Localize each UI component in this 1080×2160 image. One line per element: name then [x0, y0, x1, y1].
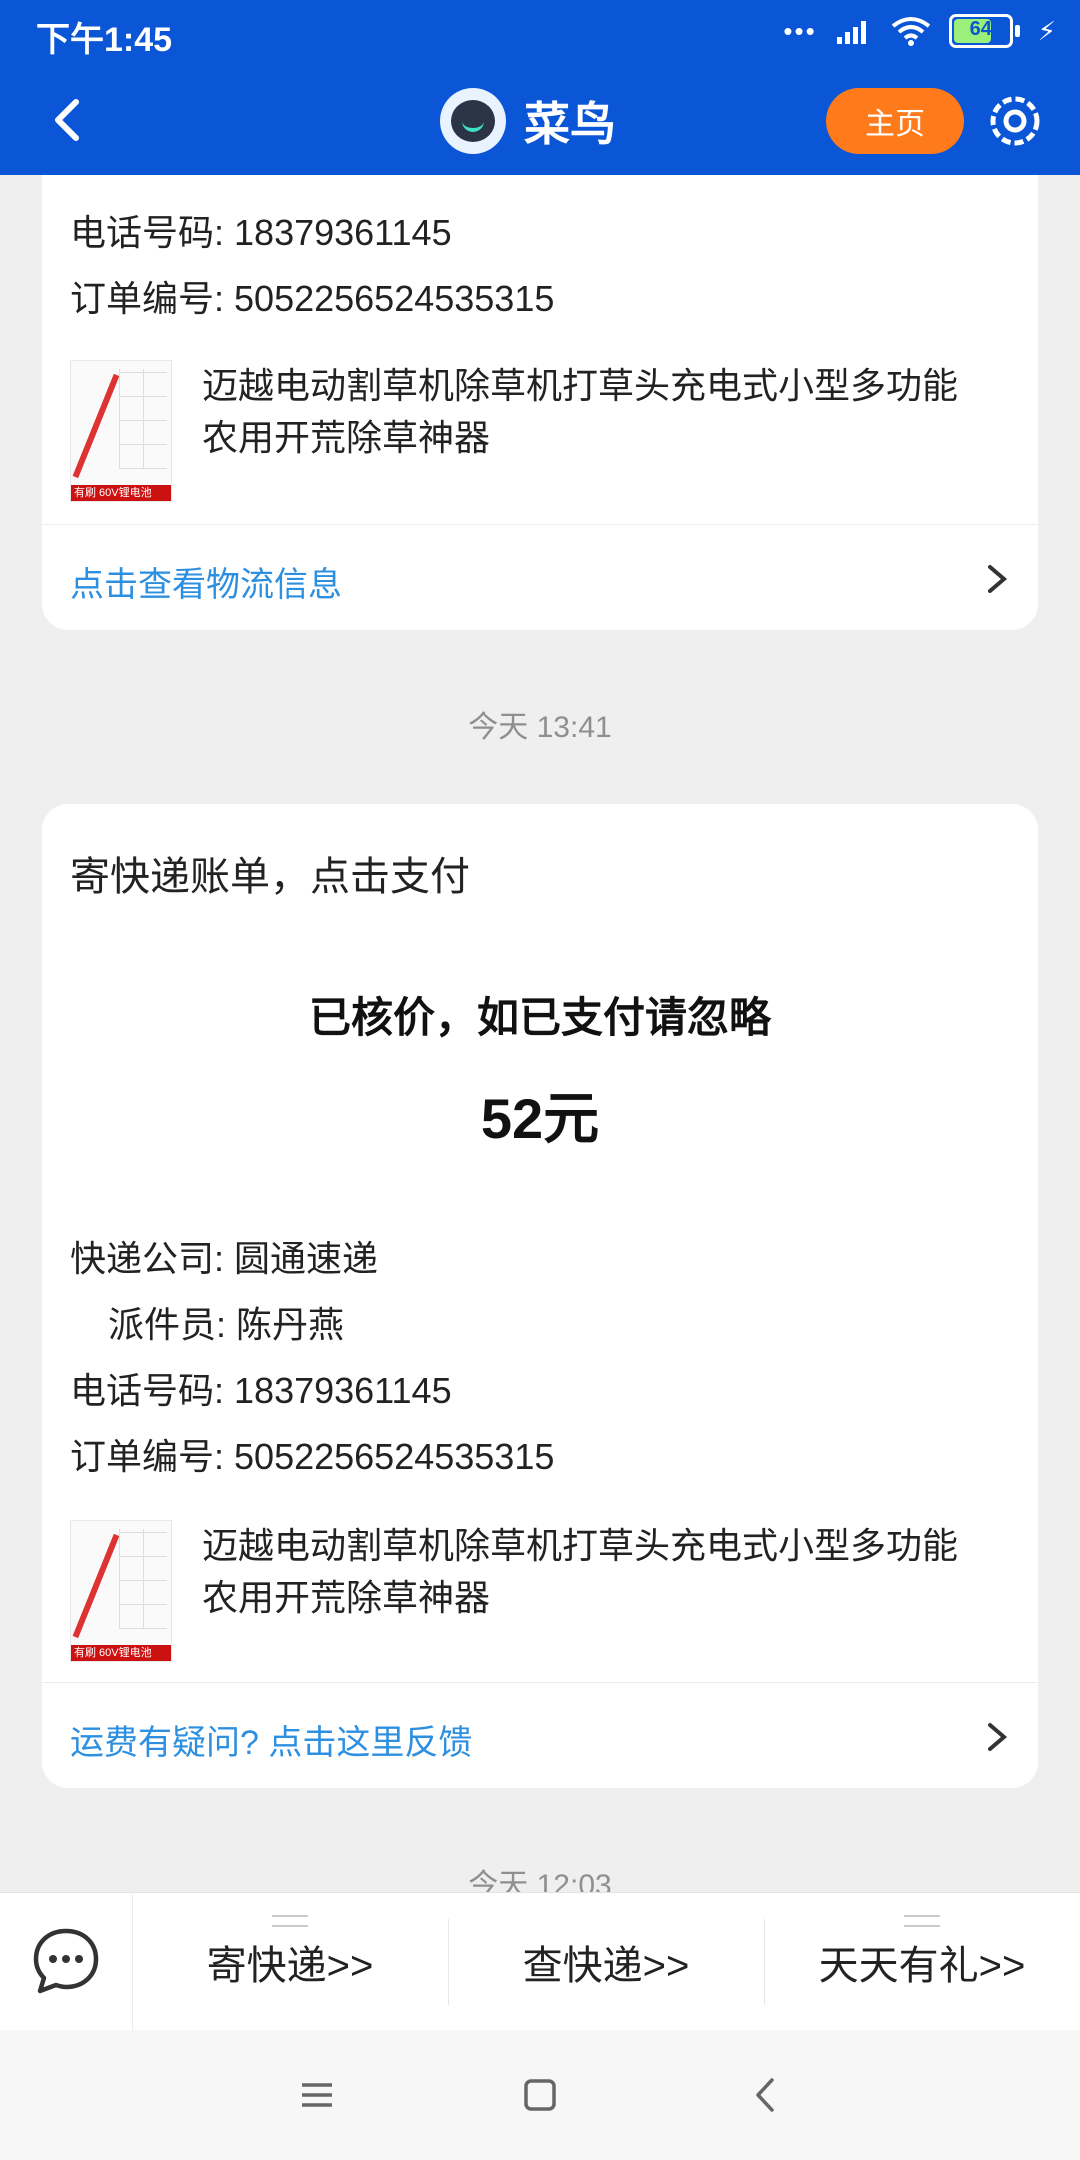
- deliverer-value: 陈丹燕: [236, 1304, 345, 1345]
- phone-label: 电话号码:: [70, 212, 225, 253]
- timestamp-separator: 今天 13:41: [468, 711, 612, 744]
- wifi-icon: [891, 17, 930, 46]
- fee-feedback-label: 运费有疑问? 点击这里反馈: [70, 1724, 473, 1762]
- battery-icon: 64: [948, 14, 1020, 48]
- deliverer-label: 派件员:: [108, 1304, 227, 1345]
- send-express-button[interactable]: 寄快递>>: [132, 1893, 448, 2031]
- fee-feedback-link[interactable]: 运费有疑问? 点击这里反馈: [42, 1682, 1038, 1788]
- order-row: 订单编号: 5052256524535315: [70, 270, 554, 322]
- daily-gift-label: 天天有礼>>: [818, 1944, 1026, 1988]
- home-square-icon[interactable]: [515, 2070, 565, 2120]
- menu-icon[interactable]: [292, 2070, 342, 2120]
- drag-handle-icon: [272, 1915, 308, 1927]
- courier-row: 快递公司: 圆通速递: [70, 1230, 378, 1282]
- app-header: 下午1:45 ••• 64 ⚡ 菜鸟 主页: [0, 0, 1080, 175]
- phone-row: 电话号码: 18379361145: [70, 204, 452, 256]
- battery-level: 64: [969, 18, 992, 40]
- charging-icon: ⚡: [1037, 15, 1056, 46]
- more-dots-icon: •••: [783, 15, 817, 46]
- product-thumbnail: 有刷 60V锂电池: [70, 360, 172, 502]
- chat-button[interactable]: [0, 1893, 133, 2031]
- logistics-card: 电话号码: 18379361145 订单编号: 5052256524535315…: [42, 120, 1038, 630]
- send-express-label: 寄快递>>: [206, 1944, 374, 1988]
- cainiao-logo-icon: [440, 88, 506, 154]
- drag-handle-icon: [904, 1915, 940, 1927]
- phone-value: 18379361145: [234, 212, 452, 253]
- bill-card[interactable]: 寄快递账单，点击支付 已核价，如已支付请忽略 52元 快递公司: 圆通速递 派件…: [42, 804, 1038, 1788]
- courier-label: 快递公司:: [70, 1238, 225, 1279]
- product-item[interactable]: 有刷 60V锂电池 迈越电动割草机除草机打草头充电式小型多功能农用开荒除草神器: [70, 360, 962, 502]
- signal-icon: [836, 21, 866, 44]
- order-label: 订单编号:: [70, 1436, 225, 1477]
- title-group: 菜鸟: [440, 88, 616, 154]
- order-row: 订单编号: 5052256524535315: [70, 1428, 554, 1480]
- back-arrow-icon[interactable]: [40, 90, 100, 150]
- phone-value: 18379361145: [234, 1370, 452, 1411]
- home-button[interactable]: 主页: [826, 88, 964, 154]
- page-title: 菜鸟: [524, 98, 616, 150]
- query-express-button[interactable]: 查快递>>: [448, 1893, 764, 2031]
- product-item[interactable]: 有刷 60V锂电池 迈越电动割草机除草机打草头充电式小型多功能农用开荒除草神器: [70, 1520, 962, 1662]
- phone-row: 电话号码: 18379361145: [70, 1362, 452, 1414]
- order-value: 5052256524535315: [234, 278, 555, 319]
- phone-label: 电话号码:: [70, 1370, 225, 1411]
- thumbnail-band: 有刷 60V锂电池: [71, 485, 171, 501]
- order-label: 订单编号:: [70, 278, 225, 319]
- gear-icon[interactable]: [982, 88, 1048, 154]
- system-navigation-bar: [0, 2030, 1080, 2160]
- view-logistics-link[interactable]: 点击查看物流信息: [42, 524, 1038, 630]
- courier-value: 圆通速递: [234, 1238, 379, 1279]
- query-express-label: 查快递>>: [522, 1944, 690, 1988]
- status-bar: 下午1:45 ••• 64 ⚡: [0, 0, 1080, 70]
- bill-title: 寄快递账单，点击支付: [70, 855, 470, 899]
- bottom-toolbar: 寄快递>> 查快递>> 天天有礼>>: [0, 1892, 1080, 2031]
- title-bar: 菜鸟 主页: [0, 70, 1080, 175]
- chevron-right-icon: [988, 1723, 1008, 1751]
- chevron-right-icon: [988, 565, 1008, 593]
- product-name: 迈越电动割草机除草机打草头充电式小型多功能农用开荒除草神器: [202, 365, 959, 458]
- view-logistics-label: 点击查看物流信息: [70, 566, 342, 604]
- thumbnail-band: 有刷 60V锂电池: [71, 1645, 171, 1661]
- status-time: 下午1:45: [36, 21, 173, 59]
- product-thumbnail: 有刷 60V锂电池: [70, 1520, 172, 1662]
- bill-amount: 52元: [480, 1087, 600, 1150]
- order-value: 5052256524535315: [234, 1436, 555, 1477]
- back-icon[interactable]: [742, 2070, 792, 2120]
- deliverer-row: 派件员: 陈丹燕: [108, 1296, 344, 1348]
- product-name: 迈越电动割草机除草机打草头充电式小型多功能农用开荒除草神器: [202, 1525, 959, 1618]
- daily-gift-button[interactable]: 天天有礼>>: [764, 1893, 1080, 2031]
- status-icons: ••• 64 ⚡: [783, 14, 1056, 48]
- bill-status: 已核价，如已支付请忽略: [308, 994, 771, 1041]
- chat-bubble-icon: [33, 1928, 99, 1994]
